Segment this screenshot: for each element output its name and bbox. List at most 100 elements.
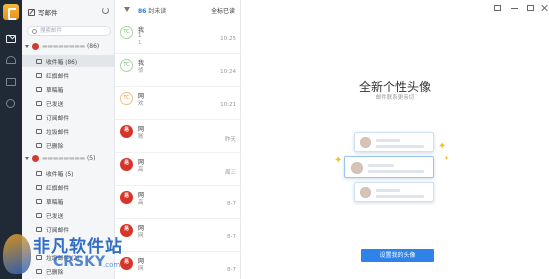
subscription-icon: [36, 114, 42, 120]
folder-flagged[interactable]: 红旗邮件: [22, 181, 115, 193]
inbox-icon: [36, 170, 42, 176]
message-row[interactable]: TC 我 1 1 10:25: [115, 20, 241, 54]
message-row[interactable]: 易网高周三: [115, 152, 241, 186]
sparkle-icon: ✦: [444, 155, 450, 162]
folder-drafts[interactable]: 草稿箱: [22, 83, 115, 95]
app-logo-icon: [3, 4, 19, 20]
folder-trash[interactable]: 已删除: [22, 139, 115, 151]
close-icon[interactable]: [541, 5, 548, 11]
avatar: [360, 187, 371, 198]
message-list: 86 封未读 全标已读 TC 我 1 1 10:25 TC 我侦 10:24 TC 网欢 10:21…: [115, 0, 241, 279]
avatar: 易: [120, 158, 133, 171]
avatar: TC: [120, 26, 133, 39]
message-row[interactable]: 易网网 8-7: [115, 218, 241, 252]
folder-panel: 写邮件 搜索邮件 ▬▬▬▬▬▬▬▬ (86) 收件箱 (86) 红旗邮件 草稿箱…: [22, 0, 115, 279]
spam-icon: [36, 128, 42, 134]
sparkle-icon: ✦: [334, 155, 343, 166]
message-subject: 侦: [138, 68, 144, 74]
mark-all-read-button[interactable]: 全标已读: [211, 6, 235, 15]
filter-icon[interactable]: [124, 7, 130, 12]
folder-inbox[interactable]: 收件箱 (86): [22, 55, 115, 67]
folder-trash[interactable]: 已删除: [22, 265, 115, 277]
avatar: [360, 137, 371, 148]
folder-label: 红旗邮件: [46, 73, 70, 80]
avatar: TC: [120, 59, 133, 72]
spam-icon: [36, 254, 42, 260]
account-header-2[interactable]: ▬▬▬▬▬▬▬▬ (5): [22, 153, 115, 164]
folder-spam[interactable]: 垃圾邮件 (2): [22, 251, 115, 263]
contact-card: [354, 132, 434, 152]
promo-subline: 邮件联系更亲切: [375, 95, 415, 101]
send-icon: [36, 212, 42, 218]
message-subject: 欢: [138, 101, 144, 107]
reading-pane: 全新个性头像 邮件联系更亲切 ✦ ✦ ✦ 设置我的头像: [241, 0, 549, 279]
folder-spam[interactable]: 垃圾邮件: [22, 125, 115, 137]
search-placeholder: 搜索邮件: [40, 28, 63, 34]
avatar: 易: [120, 224, 133, 237]
message-time: 10:25: [220, 36, 236, 42]
folder-label: 草稿箱: [46, 199, 64, 206]
message-subject: 高: [138, 200, 144, 206]
folder-subscriptions[interactable]: 订阅邮件: [22, 111, 115, 123]
folder-flagged[interactable]: 红旗邮件: [22, 69, 115, 81]
app-rail: [0, 0, 22, 279]
folder-label: 已删除: [46, 143, 64, 150]
account-unread-count: (5): [86, 155, 96, 162]
folder-label: 红旗邮件: [46, 185, 70, 192]
folder-label: 已发送: [46, 213, 64, 220]
compose-button[interactable]: 写邮件: [28, 7, 58, 17]
set-avatar-button[interactable]: 设置我的头像: [361, 249, 434, 262]
unread-label: 封未读: [148, 8, 167, 15]
account-name-redacted: ▬▬▬▬▬▬▬▬: [42, 155, 85, 162]
message-row[interactable]: TC 我侦 10:24: [115, 53, 241, 87]
message-time: 周三: [224, 170, 236, 176]
search-icon: [32, 28, 37, 34]
folder-sent[interactable]: 已发送: [22, 97, 115, 109]
account-header-1[interactable]: ▬▬▬▬▬▬▬▬ (86): [22, 41, 115, 52]
account-logo-icon: [32, 43, 39, 50]
unread-summary: 86 封未读: [138, 6, 166, 15]
refresh-icon[interactable]: [102, 7, 109, 14]
message-row[interactable]: TC 网欢 10:21: [115, 86, 241, 120]
draft-icon: [36, 198, 42, 204]
contacts-icon[interactable]: [6, 56, 16, 64]
folder-sent[interactable]: 已发送: [22, 209, 115, 221]
folder-label: 订阅邮件: [46, 115, 70, 122]
folder-inbox[interactable]: 收件箱 (5): [22, 167, 115, 179]
mail-icon[interactable]: [6, 35, 16, 43]
maximize-icon[interactable]: [527, 5, 534, 11]
message-row[interactable]: 易网网 8-7: [115, 251, 241, 279]
contact-card: [354, 182, 434, 202]
sparkle-icon: ✦: [438, 141, 447, 152]
chevron-down-icon: [25, 157, 29, 160]
contact-card: [344, 156, 434, 178]
folder-label: 收件箱 (86): [46, 59, 78, 66]
compose-label: 写邮件: [38, 9, 58, 17]
folder-label: 已发送: [46, 101, 64, 108]
avatar: 易: [120, 191, 133, 204]
avatar: TC: [120, 92, 133, 105]
message-row[interactable]: 易网高 8-7: [115, 185, 241, 219]
message-time: 10:24: [220, 69, 236, 75]
flag-icon: [36, 184, 42, 190]
layout-icon[interactable]: [494, 5, 501, 11]
settings-icon[interactable]: [6, 99, 15, 108]
account-unread-count: (86): [86, 43, 100, 50]
message-time: 8-7: [227, 234, 236, 240]
account-logo-icon: [32, 155, 39, 162]
message-subject: 账: [138, 134, 144, 140]
folder-icon[interactable]: [6, 78, 16, 86]
folder-label: 草稿箱: [46, 87, 64, 94]
avatar: [351, 162, 363, 174]
draft-icon: [36, 86, 42, 92]
account-name-redacted: ▬▬▬▬▬▬▬▬: [42, 43, 85, 50]
folder-drafts[interactable]: 草稿箱: [22, 195, 115, 207]
search-input[interactable]: 搜索邮件: [27, 26, 111, 36]
folder-label: 已删除: [46, 269, 64, 276]
folder-label: 订阅邮件: [46, 227, 70, 234]
message-row[interactable]: 易网账昨天: [115, 119, 241, 153]
minimize-icon[interactable]: [511, 8, 518, 9]
avatar-illustration: ✦ ✦ ✦: [334, 128, 450, 208]
inbox-icon: [36, 58, 42, 64]
folder-subscriptions[interactable]: 订阅邮件: [22, 223, 115, 235]
